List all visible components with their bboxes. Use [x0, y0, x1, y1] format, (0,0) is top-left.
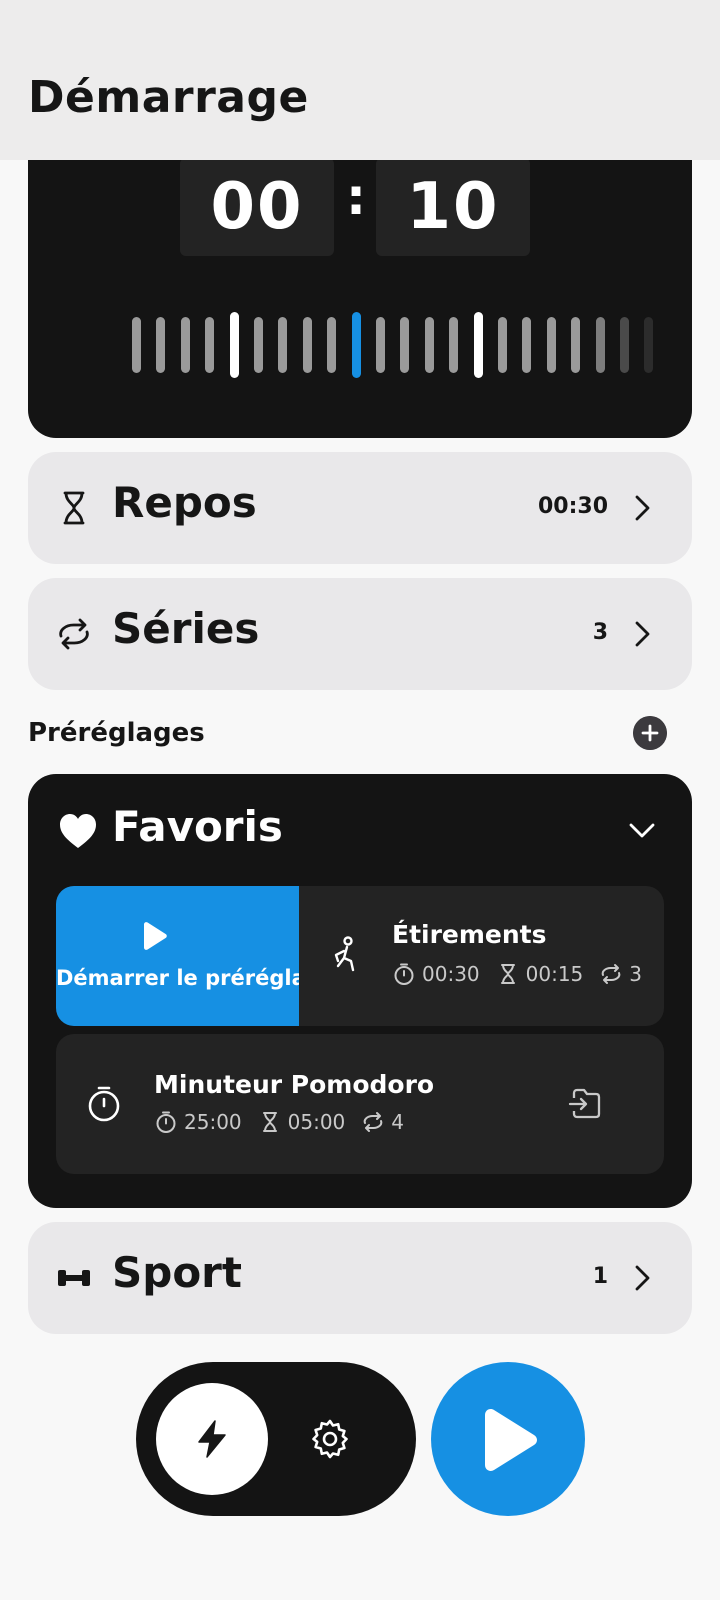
ruler-tick: [132, 317, 141, 373]
ruler-tick: [229, 312, 239, 378]
ruler-tick: [205, 317, 215, 373]
ruler-tick: [327, 317, 337, 373]
move-to-folder-icon[interactable]: [566, 1084, 606, 1124]
time-scroll-ruler[interactable]: [128, 310, 688, 380]
sport-label: Sport: [112, 1248, 242, 1297]
ruler-tick: [498, 317, 507, 373]
sport-value: 1: [592, 1264, 608, 1289]
favorites-group-card: Favoris Démarrer le préréglage Étirement…: [28, 774, 692, 1208]
ruler-tick: [376, 317, 385, 373]
ruler-tick: [180, 317, 190, 373]
ruler-tick: [449, 317, 459, 373]
play-icon: [485, 1409, 537, 1471]
stopwatch-icon: [394, 963, 414, 985]
stopwatch-icon: [156, 1111, 176, 1133]
page-title: Démarrage: [28, 72, 309, 123]
settings-gear-button[interactable]: [308, 1417, 352, 1461]
sets-label: Séries: [112, 604, 260, 653]
ruler-tick: [571, 317, 581, 373]
repeat-icon: [601, 964, 621, 984]
preset-item-stretching[interactable]: Démarrer le préréglage Étirements 00:30 …: [56, 886, 664, 1026]
chevron-down-icon[interactable]: [626, 814, 658, 846]
chevron-right-icon: [635, 1265, 650, 1291]
ruler-tick: [351, 312, 361, 378]
repeat-icon: [59, 618, 89, 650]
lightning-bolt-icon: [198, 1420, 226, 1458]
ruler-tick: [546, 317, 556, 373]
stopwatch-icon: [88, 1086, 120, 1122]
sport-category-row[interactable]: Sport 1: [28, 1222, 692, 1334]
heart-icon: [60, 814, 96, 848]
preset-sets: 4: [391, 1110, 405, 1134]
preset-rest-time: 05:00: [287, 1110, 346, 1134]
preset-meta: 25:00 05:00 4: [154, 1110, 420, 1134]
sets-count-row[interactable]: Séries 3: [28, 578, 692, 690]
ruler-tick: [254, 317, 263, 373]
ruler-tick: [644, 317, 654, 373]
stretching-person-icon: [334, 936, 355, 972]
preset-meta: 00:30 00:15 3: [392, 962, 658, 986]
preset-work-time: 00:30: [422, 962, 480, 986]
preset-sets: 3: [629, 962, 643, 986]
presets-section-label: Préréglages: [28, 718, 205, 748]
ruler-tick: [522, 317, 532, 373]
preset-rest-time: 00:15: [525, 962, 584, 986]
ruler-tick: [302, 317, 312, 373]
minutes-display[interactable]: 00: [180, 158, 334, 256]
quick-start-button[interactable]: [156, 1383, 268, 1495]
mode-toggle-bar: [136, 1362, 416, 1516]
ruler-tick: [620, 317, 629, 373]
hourglass-icon: [262, 1112, 277, 1132]
preset-name: Minuteur Pomodoro: [154, 1070, 435, 1099]
favorites-title: Favoris: [112, 802, 283, 851]
app-header: Démarrage: [0, 0, 720, 160]
start-preset-button[interactable]: Démarrer le préréglage: [56, 886, 299, 1026]
rest-label: Repos: [112, 478, 257, 527]
chevron-right-icon: [635, 495, 650, 521]
ruler-tick: [424, 317, 434, 373]
ruler-tick: [278, 317, 288, 373]
preset-item-pomodoro[interactable]: Minuteur Pomodoro 25:00 05:00 4: [56, 1034, 664, 1174]
ruler-tick: [400, 317, 410, 373]
add-preset-button[interactable]: [633, 716, 667, 750]
rest-duration-row[interactable]: Repos 00:30: [28, 452, 692, 564]
play-icon: [144, 922, 167, 950]
time-separator: :: [346, 168, 366, 226]
ruler-tick: [595, 317, 605, 373]
preset-work-time: 25:00: [184, 1110, 242, 1134]
hourglass-icon: [500, 964, 515, 984]
start-timer-button[interactable]: [431, 1362, 585, 1516]
start-preset-label: Démarrer le préréglage: [56, 966, 299, 990]
hourglass-icon: [63, 491, 85, 525]
chevron-right-icon: [635, 621, 650, 647]
dumbbell-icon: [58, 1270, 90, 1286]
ruler-tick: [473, 312, 483, 378]
preset-name: Étirements: [392, 920, 547, 949]
sets-value: 3: [592, 620, 608, 645]
seconds-display[interactable]: 10: [376, 158, 530, 256]
repeat-icon: [363, 1112, 383, 1132]
rest-value: 00:30: [537, 494, 608, 519]
ruler-tick: [156, 317, 166, 373]
timer-picker-card: 00 : 10: [28, 120, 692, 438]
